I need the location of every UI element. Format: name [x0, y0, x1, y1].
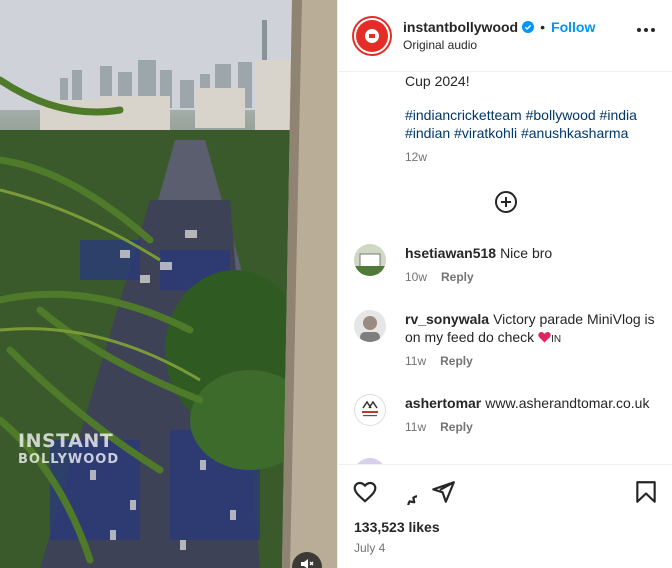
comment-time: 11w [405, 420, 427, 434]
video-watermark: INSTANT BOLLYWOOD [18, 430, 120, 467]
commenter-avatar[interactable] [354, 244, 386, 276]
commenter-avatar[interactable] [354, 310, 386, 342]
caption-tail: Cup 2024! [405, 73, 470, 89]
post-header: instantbollywood • Follow Original audio [338, 0, 672, 72]
speaker-muted-icon [301, 559, 314, 568]
plus-circle-icon[interactable] [494, 190, 518, 214]
caption-hashtags[interactable]: #indiancricketteam #bollywood #india #in… [405, 106, 655, 142]
post-date[interactable]: July 4 [354, 541, 385, 555]
comment-username[interactable]: rv_sonywala [405, 311, 489, 327]
reply-button[interactable]: Reply [440, 354, 473, 368]
comment-time: 10w [405, 270, 428, 284]
comment-username[interactable]: hsetiawan518 [405, 245, 496, 261]
instagram-post-view: INSTANT BOLLYWOOD instantbollywood • Fol… [0, 0, 672, 568]
caption-timestamp: 12w [405, 150, 428, 164]
commenter-avatar[interactable] [354, 394, 386, 426]
post-video[interactable]: INSTANT BOLLYWOOD [0, 0, 337, 568]
bookmark-icon[interactable] [633, 479, 659, 505]
reply-button[interactable]: Reply [441, 270, 474, 284]
watermark-line-2: BOLLYWOOD [18, 452, 120, 467]
verified-badge-icon [522, 21, 535, 33]
header-separator: • [540, 19, 546, 35]
brand-logo-icon [365, 28, 379, 43]
send-icon[interactable] [430, 479, 456, 505]
comments-list[interactable]: Cup 2024! #indiancricketteam #bollywood … [338, 72, 672, 464]
author-avatar[interactable] [352, 15, 392, 56]
heart-icon[interactable] [352, 479, 378, 505]
comment-username[interactable]: ashertomar [405, 395, 481, 411]
author-username[interactable]: instantbollywood [403, 19, 518, 35]
comment-time: 11w [405, 354, 427, 368]
comment-text: Nice bro [500, 245, 553, 261]
more-options-icon[interactable] [637, 28, 655, 32]
reply-button[interactable]: Reply [440, 420, 473, 434]
post-actions: 133,523 likes July 4 [338, 464, 672, 568]
red-heart-emoji-icon [538, 332, 551, 343]
flag-emoji-text: IN [551, 334, 562, 345]
like-count[interactable]: 133,523 likes [354, 519, 440, 535]
follow-button[interactable]: Follow [551, 19, 595, 35]
crowd-street-scene [0, 0, 337, 568]
comment-icon[interactable] [391, 479, 417, 505]
audio-label[interactable]: Original audio [403, 38, 595, 52]
comment-text[interactable]: www.asherandtomar.co.uk [485, 395, 649, 411]
watermark-line-1: INSTANT [18, 430, 114, 452]
post-side-panel: instantbollywood • Follow Original audio [337, 0, 672, 568]
